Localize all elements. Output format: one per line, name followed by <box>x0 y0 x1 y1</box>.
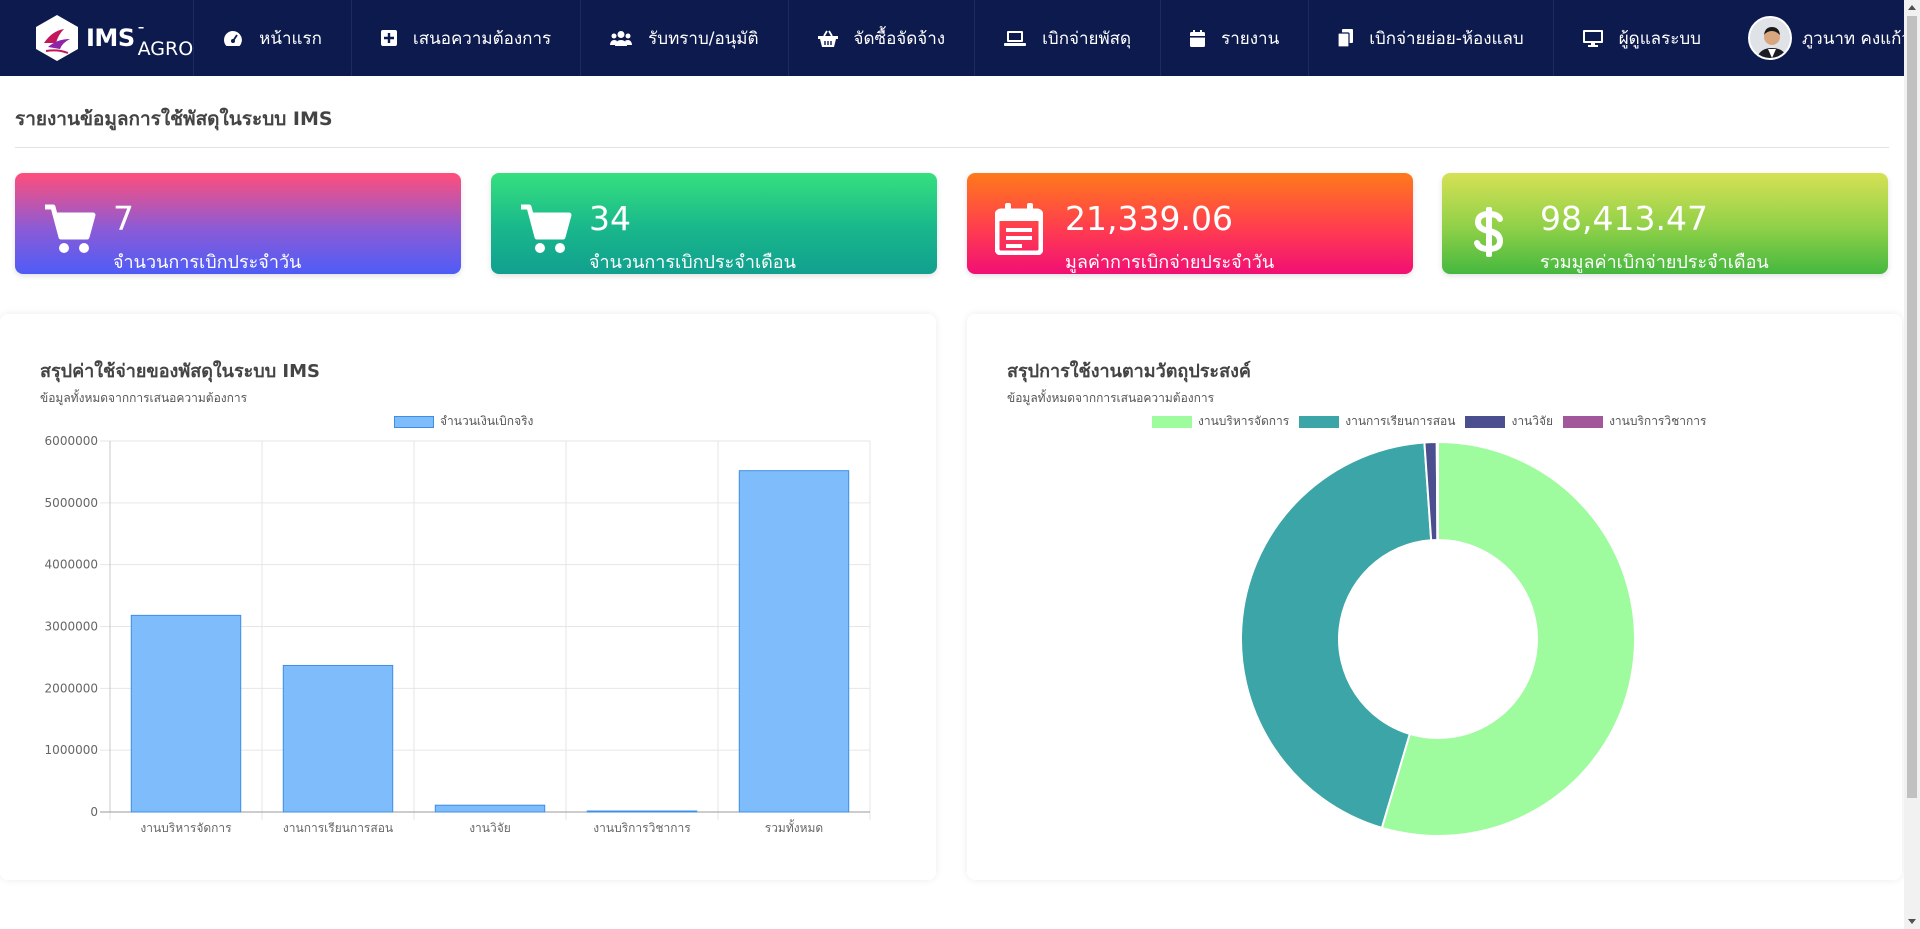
calendar-icon <box>1190 29 1206 47</box>
stat-value: 7 <box>113 199 134 238</box>
y-tick-label: 3000000 <box>45 620 98 634</box>
avatar <box>1747 16 1792 60</box>
users-icon <box>610 31 633 46</box>
scrollbar-thumb[interactable] <box>1907 16 1917 798</box>
dollar-icon <box>1472 207 1506 261</box>
page-scrollbar[interactable] <box>1904 0 1920 929</box>
donut-slice[interactable] <box>1435 440 1439 542</box>
stat-label: มูลค่าการเบิกจ่ายประจำวัน <box>1065 252 1275 273</box>
calendar-note-icon <box>994 203 1044 259</box>
nav-item-label: หน้าแรก <box>259 28 322 49</box>
nav-item-admin[interactable]: ผู้ดูแลระบบ <box>1552 0 1730 76</box>
x-tick-label: รวมทั้งหมด <box>765 819 823 835</box>
bar[interactable] <box>130 614 242 813</box>
donut-chart-panel: สรุปการใช้งานตามวัตถุประสงค์ ข้อมูลทั้งห… <box>967 314 1902 880</box>
x-tick-label: งานการเรียนการสอน <box>283 821 393 835</box>
nav-item-procurement[interactable]: จัดซื้อจัดจ้าง <box>787 0 975 76</box>
nav-item-label: เสนอความต้องการ <box>412 28 552 49</box>
nav-item-request[interactable]: เสนอความต้องการ <box>350 0 580 76</box>
page-title: รายงานข้อมูลการใช้พัสดุในระบบ IMS <box>15 108 333 130</box>
nav-item-label: จัดซื้อจัดจ้าง <box>853 28 946 49</box>
nav-item-label: รับทราบ/อนุมัติ <box>648 28 759 49</box>
stat-label: รวมมูลค่าเบิกจ่ายประจำเดือน <box>1540 252 1769 273</box>
bar-chart-panel: สรุปค่าใช้จ่ายของพัสดุในระบบ IMS ข้อมูลท… <box>0 314 936 880</box>
x-tick-label: งานบริการวิชาการ <box>593 821 691 835</box>
stat-value: 21,339.06 <box>1065 199 1233 238</box>
stat-card-monthly-value: 98,413.47 รวมมูลค่าเบิกจ่ายประจำเดือน <box>1442 173 1888 274</box>
dashboard-icon <box>224 31 243 46</box>
donut-chart <box>1240 440 1636 837</box>
y-tick-label: 0 <box>90 805 98 819</box>
brand-name: IMS <box>86 24 135 52</box>
brand-subname: - AGRO <box>137 16 194 60</box>
bar[interactable] <box>282 664 394 813</box>
scroll-down-arrow-icon[interactable] <box>1908 919 1916 924</box>
nav-item-label: ผู้ดูแลระบบ <box>1618 28 1701 49</box>
y-tick-label: 4000000 <box>45 558 98 572</box>
bar[interactable] <box>434 804 546 813</box>
desktop-icon <box>1582 29 1603 47</box>
user-menu[interactable]: ภูวนาท คงแก้ว <box>1730 0 1920 76</box>
page: IMS - AGRO หน้าแรก เสนอความต้องการ รับทร… <box>0 0 1920 929</box>
y-tick-label: 6000000 <box>45 434 98 448</box>
stat-value: 34 <box>589 199 631 238</box>
nav-item-label: รายงาน <box>1221 28 1280 49</box>
plus-square-icon <box>380 30 397 46</box>
nav-item-label: เบิกจ่ายพัสดุ <box>1042 28 1132 49</box>
bar-chart: 0 1000000 2000000 3000000 4000000 5000000 6000… <box>45 434 871 835</box>
y-tick-label: 5000000 <box>45 496 98 510</box>
nav-item-lab-disburse[interactable]: เบิกจ่ายย่อย-ห้องแลบ <box>1308 0 1553 76</box>
bar[interactable] <box>738 470 850 813</box>
cart-icon <box>519 203 573 259</box>
stat-card-daily-value: 21,339.06 มูลค่าการเบิกจ่ายประจำวัน <box>967 173 1413 274</box>
y-tick-label: 2000000 <box>45 681 98 695</box>
stat-label: จำนวนการเบิกประจำเดือน <box>589 252 796 273</box>
laptop-icon <box>1004 30 1027 46</box>
bar[interactable] <box>586 810 698 813</box>
x-tick-label: งานบริหารจัดการ <box>140 821 232 835</box>
nav-item-label: เบิกจ่ายย่อย-ห้องแลบ <box>1369 28 1524 49</box>
scroll-up-arrow-icon[interactable] <box>1908 5 1916 10</box>
brand-logo-icon <box>34 13 80 63</box>
top-navbar: IMS - AGRO หน้าแรก เสนอความต้องการ รับทร… <box>0 0 1920 76</box>
y-tick-label: 1000000 <box>45 743 98 757</box>
header-divider <box>15 147 1889 148</box>
stat-card-monthly-count: 34 จำนวนการเบิกประจำเดือน <box>491 173 937 274</box>
stat-label: จำนวนการเบิกประจำวัน <box>113 252 302 273</box>
nav-item-disburse[interactable]: เบิกจ่ายพัสดุ <box>974 0 1160 76</box>
stat-card-daily-count: 7 จำนวนการเบิกประจำวัน <box>15 173 461 274</box>
nav-item-home[interactable]: หน้าแรก <box>193 0 351 76</box>
x-tick-label: งานวิจัย <box>469 821 511 835</box>
stat-value: 98,413.47 <box>1540 199 1708 238</box>
user-name: ภูวนาท คงแก้ว <box>1801 28 1911 49</box>
cart-icon <box>43 203 97 259</box>
brand[interactable]: IMS - AGRO <box>0 0 193 76</box>
nav-item-report[interactable]: รายงาน <box>1160 0 1308 76</box>
basket-icon <box>817 30 838 47</box>
copy-icon <box>1338 29 1354 47</box>
nav-item-approve[interactable]: รับทราบ/อนุมัติ <box>580 0 787 76</box>
